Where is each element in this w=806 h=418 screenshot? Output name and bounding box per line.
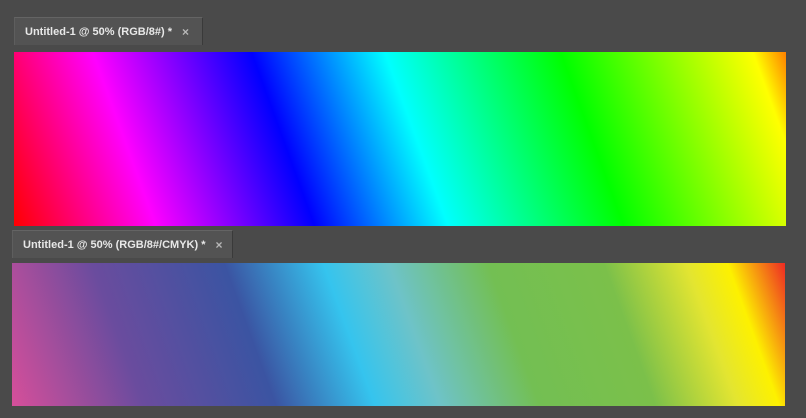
document-canvas-rgb-gradient[interactable] (14, 52, 786, 226)
close-icon[interactable]: × (215, 238, 222, 252)
document-tab-title: Untitled-1 @ 50% (RGB/8#/CMYK) * (23, 238, 206, 251)
document-tab-cmyk-proof[interactable]: Untitled-1 @ 50% (RGB/8#/CMYK) * × (12, 230, 233, 258)
document-tab-rgb[interactable]: Untitled-1 @ 50% (RGB/8#) * × (14, 17, 203, 45)
document-tab-title: Untitled-1 @ 50% (RGB/8#) * (25, 25, 173, 38)
document-canvas-cmyk-gradient[interactable] (12, 263, 785, 406)
workspace: { "documents": [ { "tab_title": "Untitle… (0, 0, 806, 418)
close-icon[interactable]: × (182, 25, 189, 39)
